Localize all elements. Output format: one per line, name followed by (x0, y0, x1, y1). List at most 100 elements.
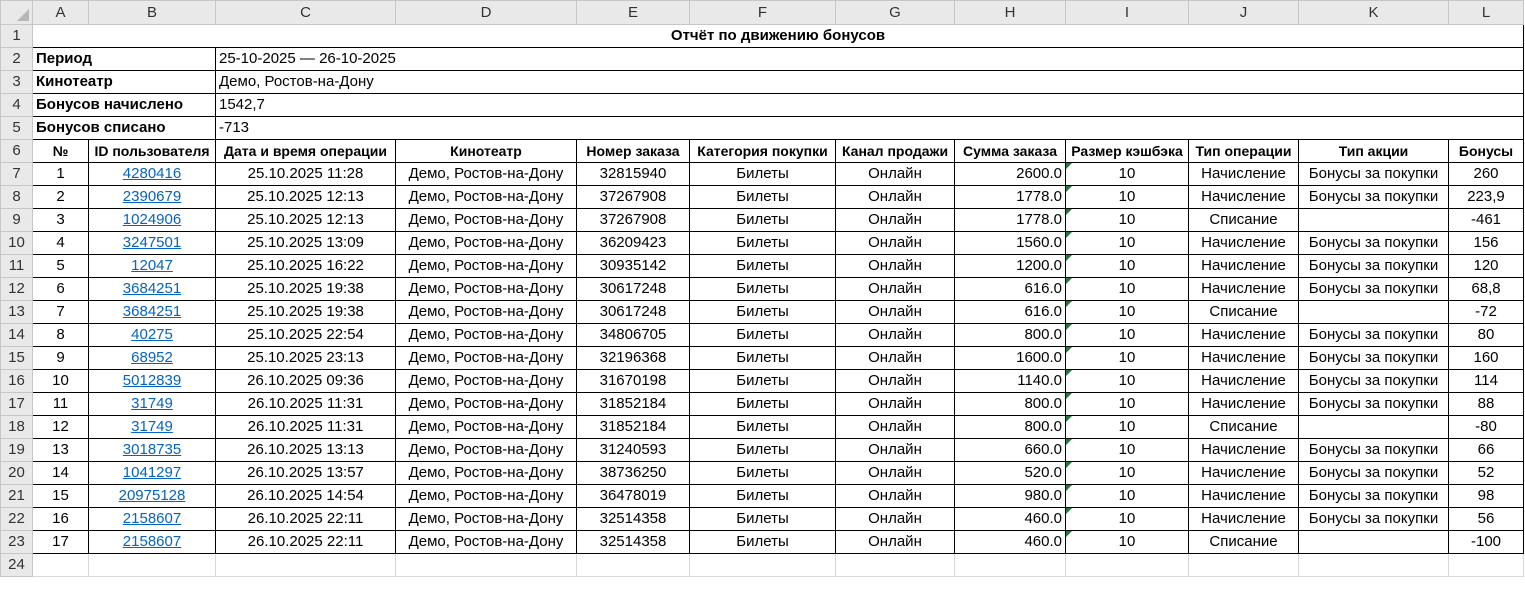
empty-cell[interactable] (395, 553, 577, 577)
accrued-value[interactable]: 1542,7 (215, 93, 1524, 117)
cell-user-id[interactable]: 4280416 (88, 162, 216, 186)
cell-order-number[interactable]: 31670198 (576, 369, 690, 393)
cell-order-sum[interactable]: 800.0 (954, 415, 1066, 439)
row-header[interactable]: 4 (0, 93, 33, 117)
row-header[interactable]: 22 (0, 507, 33, 531)
cell-number[interactable]: 16 (32, 507, 89, 531)
cell-order-number[interactable]: 36209423 (576, 231, 690, 255)
col-header-f[interactable]: F (689, 0, 836, 25)
cell-channel[interactable]: Онлайн (835, 484, 955, 508)
row-header[interactable]: 10 (0, 231, 33, 255)
cell-category[interactable]: Билеты (689, 438, 836, 462)
cell-datetime[interactable]: 25.10.2025 22:54 (215, 323, 396, 347)
cell-cashback[interactable]: 10 (1065, 507, 1189, 531)
cell-cashback[interactable]: 10 (1065, 461, 1189, 485)
cell-number[interactable]: 17 (32, 530, 89, 554)
cell-operation-type[interactable]: Списание (1188, 530, 1299, 554)
cell-promo-type[interactable]: Бонусы за покупки (1298, 392, 1449, 416)
cell-cashback[interactable]: 10 (1065, 231, 1189, 255)
col-header-i[interactable]: I (1065, 0, 1189, 25)
cell-promo-type[interactable]: Бонусы за покупки (1298, 162, 1449, 186)
cell-promo-type[interactable] (1298, 300, 1449, 324)
cell-operation-type[interactable]: Начисление (1188, 162, 1299, 186)
header-order-sum[interactable]: Сумма заказа (954, 139, 1066, 163)
cell-category[interactable]: Билеты (689, 415, 836, 439)
period-value[interactable]: 25-10-2025 — 26-10-2025 (215, 47, 1524, 71)
header-promo-type[interactable]: Тип акции (1298, 139, 1449, 163)
empty-cell[interactable] (32, 553, 89, 577)
cell-user-id[interactable]: 2158607 (88, 507, 216, 531)
row-header[interactable]: 1 (0, 24, 33, 48)
cell-category[interactable]: Билеты (689, 277, 836, 301)
cell-operation-type[interactable]: Начисление (1188, 346, 1299, 370)
cell-user-id[interactable]: 1024906 (88, 208, 216, 232)
empty-cell[interactable] (1298, 553, 1449, 577)
cell-cashback[interactable]: 10 (1065, 530, 1189, 554)
cell-number[interactable]: 7 (32, 300, 89, 324)
cell-order-sum[interactable]: 1560.0 (954, 231, 1066, 255)
col-header-h[interactable]: H (954, 0, 1066, 25)
cell-cashback[interactable]: 10 (1065, 277, 1189, 301)
cell-channel[interactable]: Онлайн (835, 530, 955, 554)
cell-cinema[interactable]: Демо, Ростов-на-Дону (395, 346, 577, 370)
cell-datetime[interactable]: 26.10.2025 14:54 (215, 484, 396, 508)
empty-cell[interactable] (1065, 553, 1189, 577)
cell-promo-type[interactable]: Бонусы за покупки (1298, 277, 1449, 301)
period-label[interactable]: Период (32, 47, 216, 71)
cell-cinema[interactable]: Демо, Ростов-на-Дону (395, 438, 577, 462)
cell-channel[interactable]: Онлайн (835, 162, 955, 186)
cell-channel[interactable]: Онлайн (835, 323, 955, 347)
cell-promo-type[interactable] (1298, 415, 1449, 439)
cell-order-sum[interactable]: 460.0 (954, 530, 1066, 554)
accrued-label[interactable]: Бонусов начислено (32, 93, 216, 117)
cell-channel[interactable]: Онлайн (835, 392, 955, 416)
cell-user-id[interactable]: 1041297 (88, 461, 216, 485)
cell-promo-type[interactable]: Бонусы за покупки (1298, 369, 1449, 393)
row-header[interactable]: 17 (0, 392, 33, 416)
cell-user-id[interactable]: 40275 (88, 323, 216, 347)
cell-number[interactable]: 15 (32, 484, 89, 508)
cell-cinema[interactable]: Демо, Ростов-на-Дону (395, 392, 577, 416)
cell-category[interactable]: Билеты (689, 208, 836, 232)
header-category[interactable]: Категория покупки (689, 139, 836, 163)
cell-cashback[interactable]: 10 (1065, 369, 1189, 393)
col-header-k[interactable]: K (1298, 0, 1449, 25)
cell-channel[interactable]: Онлайн (835, 369, 955, 393)
cell-promo-type[interactable]: Бонусы за покупки (1298, 185, 1449, 209)
cell-operation-type[interactable]: Начисление (1188, 254, 1299, 278)
empty-cell[interactable] (215, 553, 396, 577)
cell-user-id[interactable]: 2158607 (88, 530, 216, 554)
cell-datetime[interactable]: 25.10.2025 19:38 (215, 300, 396, 324)
row-header[interactable]: 20 (0, 461, 33, 485)
cell-channel[interactable]: Онлайн (835, 438, 955, 462)
cell-cashback[interactable]: 10 (1065, 185, 1189, 209)
cell-order-number[interactable]: 30617248 (576, 300, 690, 324)
spreadsheet[interactable]: A B C D E F G H I J K L 1 Отчёт по движе… (0, 0, 1525, 603)
header-datetime[interactable]: Дата и время операции (215, 139, 396, 163)
cell-operation-type[interactable]: Начисление (1188, 277, 1299, 301)
cell-order-number[interactable]: 36478019 (576, 484, 690, 508)
cell-user-id[interactable]: 2390679 (88, 185, 216, 209)
cell-operation-type[interactable]: Начисление (1188, 461, 1299, 485)
cell-cinema[interactable]: Демо, Ростов-на-Дону (395, 369, 577, 393)
cell-category[interactable]: Билеты (689, 231, 836, 255)
cell-operation-type[interactable]: Списание (1188, 415, 1299, 439)
cell-category[interactable]: Билеты (689, 484, 836, 508)
row-header[interactable]: 13 (0, 300, 33, 324)
cell-cashback[interactable]: 10 (1065, 438, 1189, 462)
cell-operation-type[interactable]: Начисление (1188, 507, 1299, 531)
cell-cashback[interactable]: 10 (1065, 208, 1189, 232)
header-order-number[interactable]: Номер заказа (576, 139, 690, 163)
cell-order-number[interactable]: 37267908 (576, 185, 690, 209)
header-number[interactable]: № (32, 139, 89, 163)
cell-order-number[interactable]: 30617248 (576, 277, 690, 301)
cell-cinema[interactable]: Демо, Ростов-на-Дону (395, 254, 577, 278)
col-header-a[interactable]: A (32, 0, 89, 25)
col-header-g[interactable]: G (835, 0, 955, 25)
cell-promo-type[interactable]: Бонусы за покупки (1298, 254, 1449, 278)
empty-cell[interactable] (1448, 553, 1524, 577)
cell-category[interactable]: Билеты (689, 369, 836, 393)
cell-promo-type[interactable]: Бонусы за покупки (1298, 346, 1449, 370)
cell-cashback[interactable]: 10 (1065, 323, 1189, 347)
cell-channel[interactable]: Онлайн (835, 254, 955, 278)
